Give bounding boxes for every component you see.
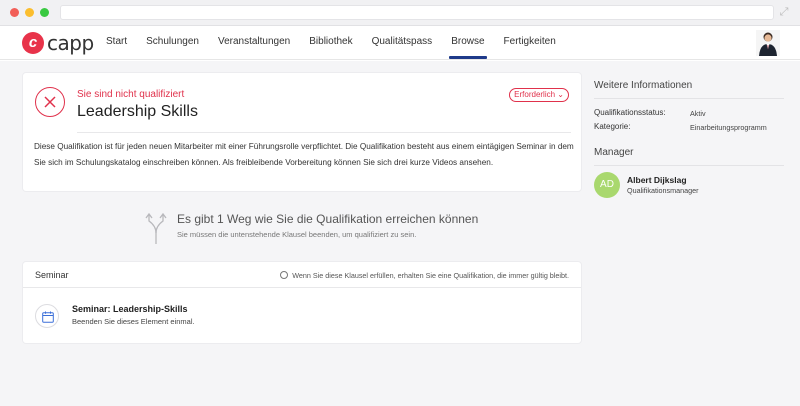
path-title: Es gibt 1 Weg wie Sie die Qualifikation … (177, 212, 479, 226)
qualification-card: Sie sind nicht qualifiziert Leadership S… (23, 73, 581, 191)
seminar-note: Wenn Sie diese Klausel erfüllen, erhalte… (280, 271, 569, 280)
close-window-button[interactable] (10, 8, 19, 17)
nav-item-bibliothek[interactable]: Bibliothek (309, 26, 352, 60)
seminar-card: Seminar Wenn Sie diese Klausel erfüllen,… (23, 262, 581, 343)
seminar-label: Seminar (35, 270, 69, 280)
qualification-title: Leadership Skills (77, 103, 198, 120)
calendar-icon (35, 304, 59, 328)
seminar-header: Seminar Wenn Sie diese Klausel erfüllen,… (23, 262, 581, 288)
manager-heading: Manager (594, 147, 634, 158)
address-bar[interactable] (60, 5, 774, 20)
status-key: Qualifikationsstatus: (594, 108, 666, 117)
manager-role: Qualifikationsmanager (627, 186, 699, 195)
nav-item-fertigkeiten[interactable]: Fertigkeiten (504, 26, 556, 60)
expand-icon[interactable]: ⤢ (778, 6, 790, 18)
seminar-note-text: Wenn Sie diese Klausel erfüllen, erhalte… (292, 271, 569, 280)
category-key: Kategorie: (594, 122, 631, 131)
logo-mark-icon: c (22, 32, 44, 54)
top-navigation: c capp Start Schulungen Veranstaltungen … (0, 26, 800, 60)
qualification-description: Diese Qualifikation ist für jeden neuen … (34, 142, 574, 167)
nav-item-schulungen[interactable]: Schulungen (146, 26, 199, 60)
required-dropdown[interactable]: Erforderlich ⌄ (509, 88, 569, 102)
divider (77, 132, 571, 133)
maximize-window-button[interactable] (40, 8, 49, 17)
manager-divider (594, 165, 784, 166)
seminar-item-title[interactable]: Seminar: Leadership-Skills (72, 304, 188, 314)
user-avatar[interactable] (756, 30, 780, 56)
minimize-window-button[interactable] (25, 8, 34, 17)
clock-icon (280, 271, 289, 279)
chevron-down-icon: ⌄ (557, 90, 564, 99)
nav-item-qualitaetspass[interactable]: Qualitätspass (372, 26, 433, 60)
seminar-item-subtitle: Beenden Sie dieses Element einmal. (72, 317, 195, 326)
path-subtitle: Sie müssen die untenstehende Klausel bee… (177, 230, 417, 239)
nav-item-start[interactable]: Start (106, 26, 127, 60)
capp-logo[interactable]: c capp (22, 31, 94, 55)
required-label: Erforderlich (514, 90, 556, 99)
not-qualified-icon (35, 87, 65, 117)
info-heading: Weitere Informationen (594, 80, 693, 91)
main-nav: Start Schulungen Veranstaltungen Bibliot… (106, 26, 575, 60)
page-content: Sie sind nicht qualifiziert Leadership S… (0, 61, 800, 406)
logo-text: capp (47, 31, 94, 55)
path-split-icon (145, 211, 167, 245)
status-value: Aktiv (690, 109, 706, 118)
info-divider (594, 98, 784, 99)
manager-name[interactable]: Albert Dijkslag (627, 175, 687, 185)
nav-item-browse[interactable]: Browse (449, 26, 487, 60)
browser-chrome: ⤢ (0, 0, 800, 26)
qualification-status: Sie sind nicht qualifiziert (77, 89, 185, 100)
category-value: Einarbeitungsprogramm (690, 123, 767, 132)
manager-avatar[interactable]: AD (594, 172, 620, 198)
nav-item-veranstaltungen[interactable]: Veranstaltungen (218, 26, 290, 60)
